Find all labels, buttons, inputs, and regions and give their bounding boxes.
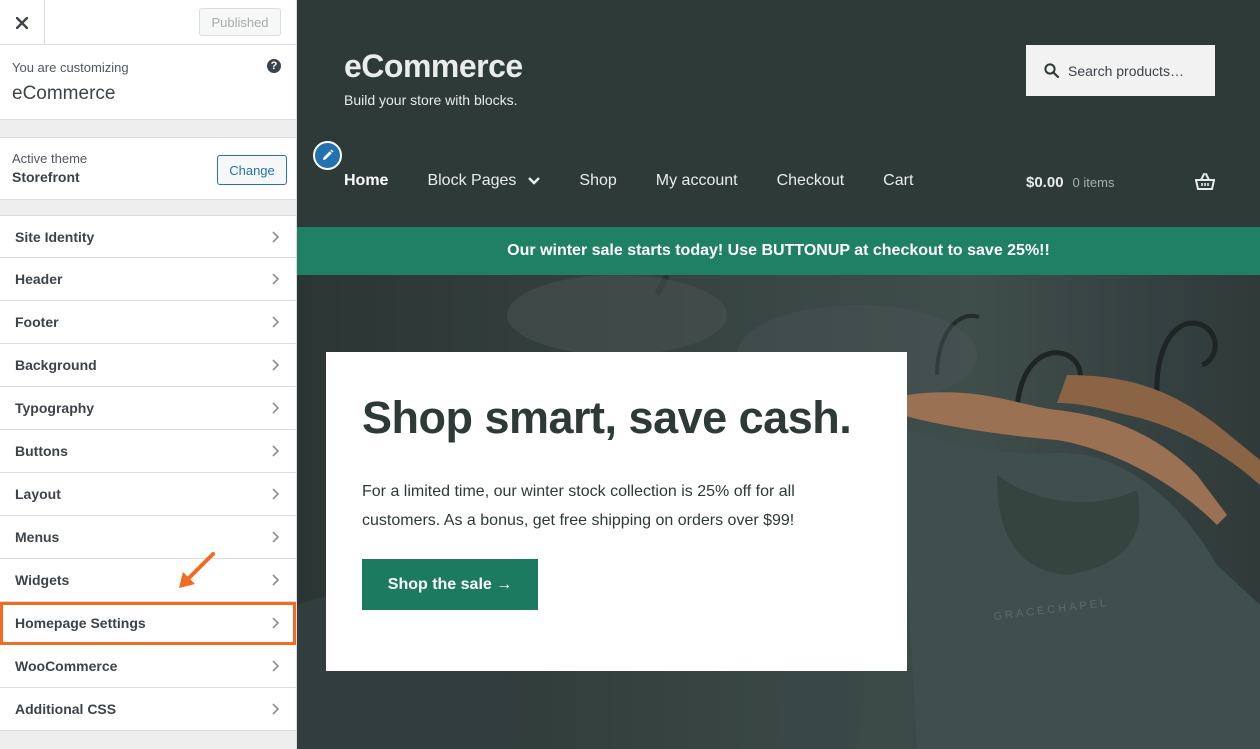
nav-label: Shop	[579, 172, 617, 189]
section-background[interactable]: Background	[0, 344, 296, 387]
chevron-right-icon	[272, 273, 280, 285]
basket-icon[interactable]	[1195, 173, 1215, 191]
nav-item-cart[interactable]: Cart	[883, 172, 913, 190]
close-customizer-button[interactable]	[0, 0, 45, 45]
section-label: Background	[15, 357, 97, 373]
edit-menu-shortcut[interactable]	[313, 141, 342, 170]
section-label: Header	[15, 271, 63, 287]
chevron-right-icon	[272, 230, 280, 243]
section-homepage-settings[interactable]: Homepage Settings	[0, 602, 296, 645]
nav-item-home[interactable]: Home	[344, 172, 388, 190]
search-icon	[1044, 63, 1059, 78]
section-label: Buttons	[15, 443, 68, 459]
customizing-site-name: eCommerce	[12, 83, 116, 104]
help-icon[interactable]: ?	[267, 59, 281, 73]
chevron-right-icon	[272, 574, 280, 586]
section-label: Layout	[15, 486, 61, 502]
chevron-right-icon	[272, 531, 280, 543]
section-label: Menus	[15, 529, 60, 545]
chevron-right-icon	[272, 316, 280, 328]
section-footer[interactable]: Footer	[0, 301, 296, 344]
section-buttons[interactable]: Buttons	[0, 430, 296, 473]
change-theme-button[interactable]: Change	[217, 155, 287, 185]
chevron-right-icon	[272, 445, 280, 457]
site-tagline: Build your store with blocks.	[344, 92, 518, 108]
close-icon	[16, 16, 28, 29]
chevron-right-icon	[272, 488, 280, 500]
nav-item-checkout[interactable]: Checkout	[777, 172, 845, 190]
chevron-right-icon	[272, 703, 280, 715]
hero-text: For a limited time, our winter stock col…	[362, 483, 795, 529]
shop-the-sale-button[interactable]: Shop the sale →	[362, 559, 538, 610]
published-button[interactable]: Published	[199, 8, 281, 36]
section-label: Typography	[15, 400, 95, 416]
annotation-arrow-icon	[179, 552, 215, 588]
section-woocommerce[interactable]: WooCommerce	[0, 645, 296, 688]
customizing-label: You are customizing	[12, 60, 129, 75]
nav-label: Block Pages	[427, 172, 517, 189]
section-label: Additional CSS	[15, 701, 117, 717]
section-site-identity[interactable]: Site Identity	[0, 215, 296, 258]
nav-label: Checkout	[776, 172, 845, 189]
active-theme-label: Active theme	[12, 151, 88, 166]
customizing-info: You are customizing eCommerce ?	[0, 45, 296, 120]
nav-item-my-account[interactable]: My account	[656, 172, 738, 190]
primary-navigation: Home Block Pages Shop My account Checkou…	[344, 172, 952, 190]
nav-item-shop[interactable]: Shop	[579, 172, 616, 190]
nav-label: Home	[344, 172, 389, 189]
active-theme-panel: Active theme Storefront Change	[0, 137, 296, 200]
section-layout[interactable]: Layout	[0, 473, 296, 516]
hero-card: Shop smart, save cash. For a limited tim…	[326, 352, 907, 671]
site-title[interactable]: eCommerce	[344, 48, 523, 85]
site-header: eCommerce Build your store with blocks. …	[297, 0, 1260, 227]
cart-item-count: 0 items	[1072, 175, 1115, 190]
section-header[interactable]: Header	[0, 258, 296, 301]
nav-label: My account	[655, 172, 738, 189]
nav-item-block-pages[interactable]: Block Pages	[427, 172, 541, 190]
section-widgets[interactable]: Widgets	[0, 559, 296, 602]
section-menus[interactable]: Menus	[0, 516, 296, 559]
customizer-topbar: Published	[0, 0, 296, 45]
customizer-sections: Site Identity Header Footer Background T…	[0, 215, 296, 731]
chevron-right-icon	[272, 660, 280, 672]
section-label: Site Identity	[15, 228, 95, 245]
pencil-icon	[323, 149, 334, 160]
product-search-input[interactable]: Search products…	[1026, 45, 1215, 96]
section-additional-css[interactable]: Additional CSS	[0, 688, 296, 731]
sale-banner: Our winter sale starts today! Use BUTTON…	[297, 227, 1260, 275]
hero-title: Shop smart, save cash.	[362, 392, 852, 443]
search-placeholder: Search products…	[1068, 62, 1184, 79]
chevron-right-icon	[272, 402, 280, 414]
section-typography[interactable]: Typography	[0, 387, 296, 430]
chevron-right-icon	[272, 617, 280, 629]
cart-total: $0.00	[1026, 174, 1064, 191]
active-theme-name: Storefront	[12, 169, 80, 185]
section-label: Homepage Settings	[15, 615, 146, 631]
site-preview: eCommerce Build your store with blocks. …	[297, 0, 1260, 749]
chevron-down-icon[interactable]	[528, 177, 541, 185]
customizer-sidebar: Published You are customizing eCommerce …	[0, 0, 297, 749]
section-label: WooCommerce	[15, 658, 118, 674]
header-cart-link[interactable]: $0.00 0 items	[1026, 174, 1114, 191]
section-label: Widgets	[15, 572, 70, 588]
chevron-right-icon	[272, 359, 280, 371]
section-label: Footer	[15, 314, 59, 330]
nav-label: Cart	[883, 172, 914, 189]
